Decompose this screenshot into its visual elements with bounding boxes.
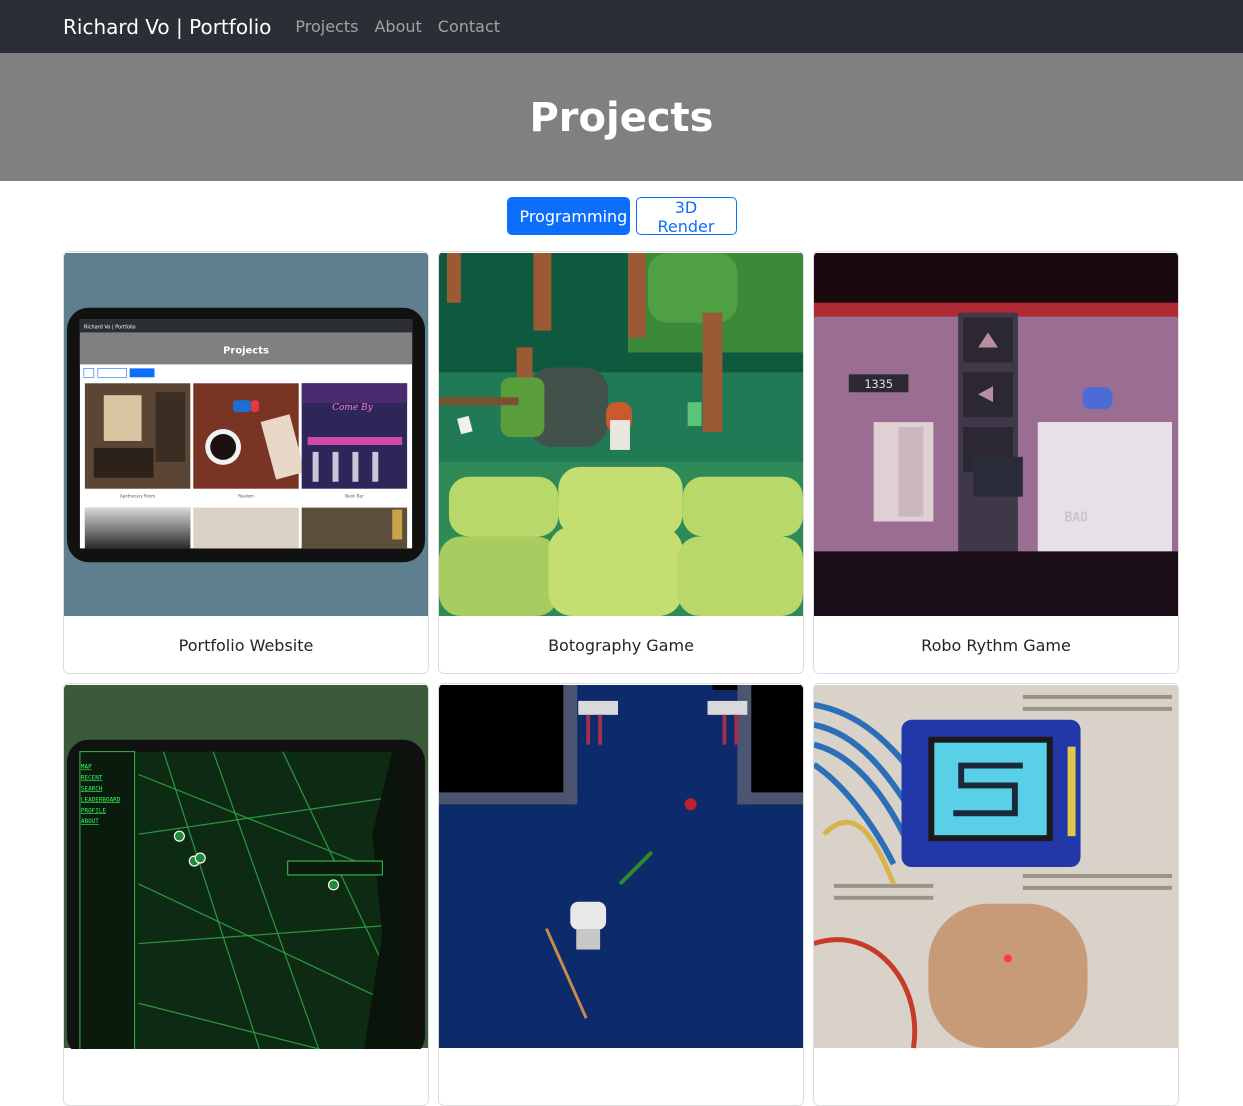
project-card-botography[interactable]: Botography Game bbox=[438, 251, 804, 674]
map-menu-recent[interactable]: RECENT bbox=[81, 774, 103, 781]
project-card-lcd-display[interactable] bbox=[813, 683, 1179, 1106]
project-title bbox=[64, 1049, 428, 1105]
filter-programming-button[interactable]: Programming bbox=[506, 197, 630, 235]
nav-link-about[interactable]: About bbox=[374, 17, 421, 36]
brand-link[interactable]: Richard Vo | Portfolio bbox=[63, 15, 271, 39]
game-score: 1335 bbox=[864, 377, 893, 391]
breadboard-lcd-display-icon bbox=[814, 684, 1178, 1049]
mockup-caption-1: Apothecary Room bbox=[120, 494, 155, 499]
map-menu-search[interactable]: SEARCH bbox=[81, 785, 103, 792]
page-title: Projects bbox=[529, 95, 714, 141]
map-menu-map[interactable]: MAP bbox=[81, 764, 92, 771]
game-judgement: BAD bbox=[1065, 511, 1089, 526]
nav-link-projects[interactable]: Projects bbox=[295, 17, 358, 36]
map-menu-leaderboard[interactable]: LEADERBOARD bbox=[81, 796, 121, 803]
project-title bbox=[439, 1049, 803, 1105]
project-title: Botography Game bbox=[548, 635, 694, 655]
project-card-map-app[interactable]: MAP RECENT SEARCH LEADERBOARD PROFILE AB… bbox=[63, 683, 429, 1106]
navbar: Richard Vo | Portfolio Projects About Co… bbox=[0, 0, 1243, 53]
nav-link-contact[interactable]: Contact bbox=[438, 17, 500, 36]
pixel-forest-game-icon bbox=[439, 252, 803, 617]
hero-banner: Projects bbox=[0, 53, 1243, 181]
project-card-dungeon-game[interactable] bbox=[438, 683, 804, 1106]
tablet-portfolio-screenshot-icon: Richard Vo | Portfolio Projects Come By bbox=[64, 252, 428, 617]
filter-button-group: Programming 3D Render bbox=[0, 197, 1243, 236]
project-title: Robo Rythm Game bbox=[921, 635, 1071, 655]
pixel-dungeon-game-icon bbox=[439, 684, 803, 1049]
svg-text:Come By: Come By bbox=[332, 403, 373, 413]
project-title bbox=[814, 1049, 1178, 1105]
mockup-title: Projects bbox=[223, 345, 269, 356]
mockup-caption-3: Neon Bar bbox=[345, 494, 364, 499]
map-menu-profile[interactable]: PROFILE bbox=[81, 807, 107, 814]
mockup-brand: Richard Vo | Portfolio bbox=[84, 325, 136, 331]
mockup-caption-2: Realism bbox=[238, 494, 254, 499]
project-card-robo-rythm[interactable]: 1335 BAD Robo Rythm Game bbox=[813, 251, 1179, 674]
project-grid: Richard Vo | Portfolio Projects Come By bbox=[63, 251, 1179, 1106]
map-menu-about[interactable]: ABOUT bbox=[81, 818, 99, 825]
pixel-robot-rhythm-game-icon: 1335 BAD bbox=[814, 252, 1178, 617]
project-title: Portfolio Website bbox=[178, 635, 314, 655]
tablet-green-map-icon: MAP RECENT SEARCH LEADERBOARD PROFILE AB… bbox=[64, 684, 428, 1049]
filter-3d-render-button[interactable]: 3D Render bbox=[635, 197, 737, 236]
project-card-portfolio[interactable]: Richard Vo | Portfolio Projects Come By bbox=[63, 251, 429, 674]
